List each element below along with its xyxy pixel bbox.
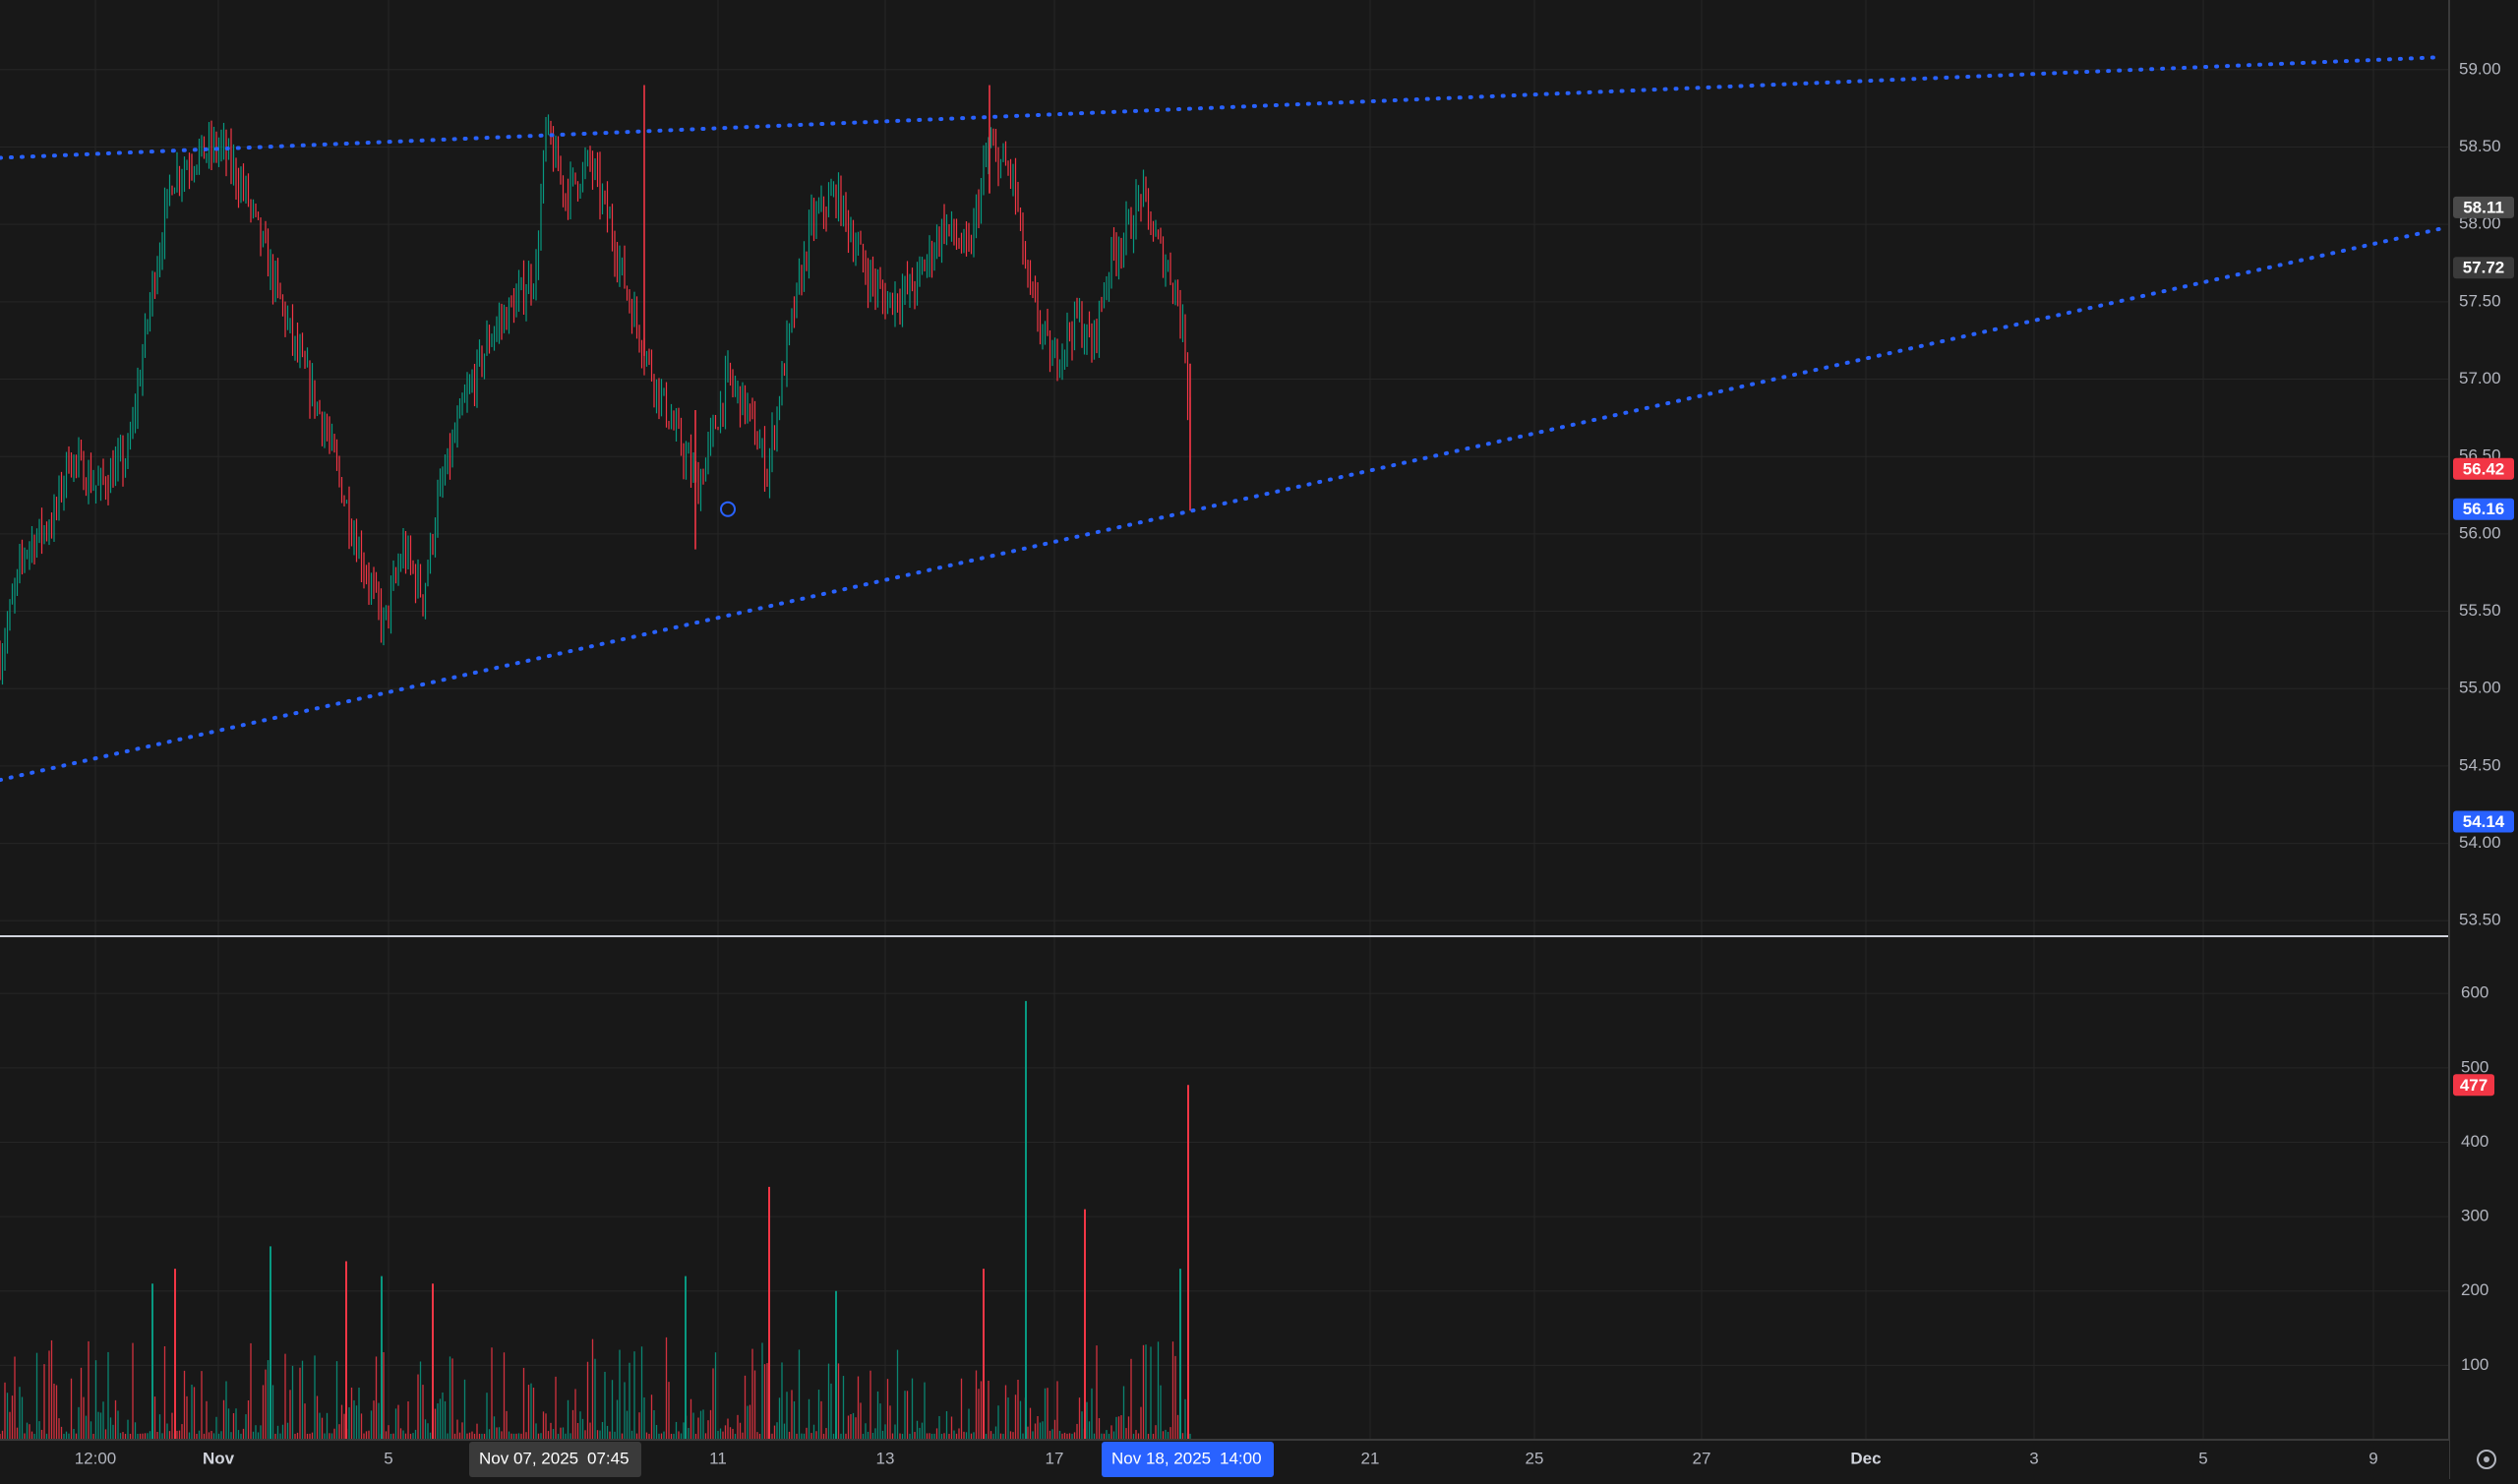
time-tick-label: 12:00 — [75, 1449, 117, 1467]
time-tick-label: Dec — [1850, 1449, 1881, 1467]
trendline-anchor-handle[interactable] — [720, 501, 736, 517]
volume-tick-label: 200 — [2461, 1280, 2488, 1299]
crosshair-time-text: 14:00 — [1220, 1449, 1262, 1467]
time-tick-label: 11 — [709, 1449, 727, 1467]
price-tick-label: 55.50 — [2459, 601, 2501, 620]
time-tick-label: 9 — [2368, 1449, 2377, 1467]
price-tick-label: 59.00 — [2459, 59, 2501, 78]
chart-root[interactable]: 59.00 58.50 58.00 57.50 57.00 56.50 56.00 55.50… — [0, 0, 2518, 1479]
chart-background — [0, 0, 2518, 1479]
price-label-text: 54.14 — [2463, 812, 2505, 831]
crosshair-date-text: Nov 18, 2025 — [1111, 1449, 1211, 1467]
price-tick-label: 53.50 — [2459, 911, 2501, 929]
price-tick-label: 56.00 — [2459, 523, 2501, 542]
crosshair-date-text: Nov 07, 2025 — [479, 1449, 578, 1467]
time-tick-label: 13 — [876, 1449, 895, 1467]
volume-tick-label: 300 — [2461, 1207, 2488, 1225]
price-label-text: 57.72 — [2463, 259, 2505, 277]
price-label-text: 56.16 — [2463, 500, 2505, 518]
price-chart[interactable]: 59.0058.5058.0057.5057.0056.5056.0055.50… — [0, 0, 2518, 1479]
price-tick-label: 57.00 — [2459, 369, 2501, 387]
volume-label-text: 477 — [2460, 1076, 2488, 1095]
price-tick-label: 55.00 — [2459, 679, 2501, 697]
time-tick-label: 25 — [1526, 1449, 1544, 1467]
crosshair-time-text: 07:45 — [587, 1449, 630, 1467]
price-label-text: 56.42 — [2463, 459, 2505, 478]
price-tick-label: 54.00 — [2459, 833, 2501, 852]
volume-tick-label: 500 — [2461, 1057, 2488, 1076]
time-tick-label: 5 — [384, 1449, 392, 1467]
price-tick-label: 58.50 — [2459, 137, 2501, 155]
time-tick-label: 3 — [2029, 1449, 2038, 1467]
price-label-text: 58.11 — [2463, 198, 2504, 216]
volume-tick-label: 600 — [2461, 983, 2488, 1002]
time-tick-label: 5 — [2198, 1449, 2207, 1467]
price-tick-label: 57.50 — [2459, 291, 2501, 310]
time-tick-label: Nov — [203, 1449, 235, 1467]
time-tick-label: 21 — [1361, 1449, 1380, 1467]
time-tick-label: 17 — [1046, 1449, 1064, 1467]
time-tick-label: 27 — [1693, 1449, 1711, 1467]
volume-tick-label: 400 — [2461, 1132, 2488, 1151]
volume-tick-label: 100 — [2461, 1355, 2488, 1374]
price-tick-label: 54.50 — [2459, 755, 2501, 774]
